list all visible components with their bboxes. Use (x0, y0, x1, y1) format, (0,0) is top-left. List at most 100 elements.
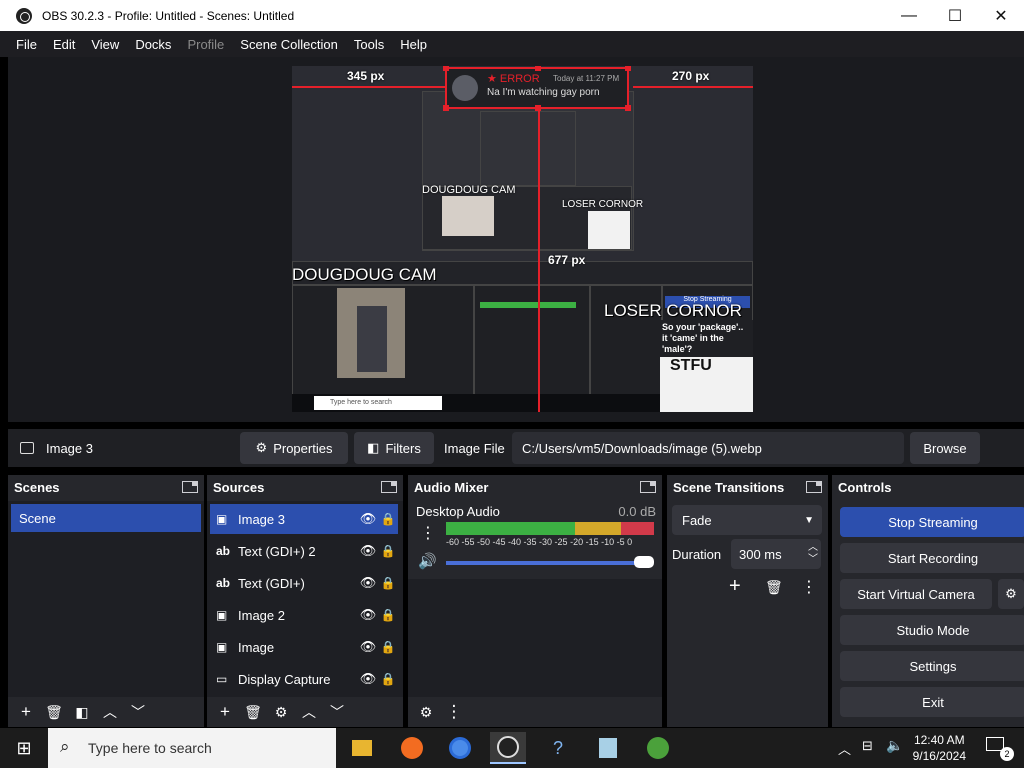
transition-select[interactable]: Fade ▼ (672, 505, 822, 535)
remove-transition-button[interactable]: 🗑 (765, 579, 783, 596)
menu-scene-collection[interactable]: Scene Collection (232, 37, 346, 52)
undock-icon[interactable] (640, 481, 656, 493)
audio-mixer-body: Desktop Audio 0.0 dB ⋮ -60 -55 -50 -45 -… (408, 501, 662, 697)
start-recording-button[interactable]: Start Recording (840, 543, 1024, 573)
start-button[interactable]: ⊞ (0, 728, 48, 768)
lock-icon[interactable]: 🔒 (378, 608, 398, 622)
selected-image-source[interactable]: ★ ERROR Today at 11:27 PM Na I'm watchin… (443, 66, 631, 111)
resize-handle-br[interactable] (625, 105, 631, 111)
studio-mode-button[interactable]: Studio Mode (840, 615, 1024, 645)
scene-filters-button[interactable]: ◧ (68, 699, 96, 725)
obs-taskbar-icon[interactable] (490, 732, 526, 764)
resize-handle-bl[interactable] (443, 105, 449, 111)
exit-button[interactable]: Exit (840, 687, 1024, 717)
filter-icon: ◧ (367, 440, 380, 455)
virtual-camera-settings-button[interactable]: ⚙ (998, 579, 1024, 609)
search-icon: ⌕ (60, 737, 70, 756)
visibility-eye-icon[interactable]: 👁 (358, 607, 378, 623)
audio-mixer-menu-button[interactable]: ⋮ (440, 699, 468, 725)
tray-chevron-icon[interactable]: ︿ (838, 739, 851, 758)
menu-view[interactable]: View (83, 37, 127, 52)
add-transition-button[interactable]: + (729, 575, 741, 598)
source-properties-button[interactable]: ⚙ (267, 699, 295, 725)
obs-logo-icon (16, 7, 32, 24)
add-source-button[interactable]: + (211, 699, 239, 725)
source-row-image[interactable]: ▣ Image 👁 🔒 (210, 632, 398, 662)
help-icon[interactable]: ? (540, 732, 576, 764)
source-row-text-gdi[interactable]: ab Text (GDI+) 👁 🔒 (210, 568, 398, 598)
filters-button[interactable]: ◧ Filters (354, 432, 434, 464)
undock-icon[interactable] (806, 481, 822, 493)
menu-profile[interactable]: Profile (179, 37, 232, 52)
transition-menu-button[interactable]: ⋮ (801, 577, 817, 597)
menu-tools[interactable]: Tools (346, 37, 392, 52)
lock-icon[interactable]: 🔒 (378, 512, 398, 526)
visibility-eye-icon[interactable]: 👁 (358, 511, 378, 527)
source-row-image-3[interactable]: ▣ Image 3 👁 🔒 (210, 504, 398, 534)
gear-icon: ⚙ (255, 440, 268, 455)
nested-loser-label: LOSER CORNOR (562, 199, 644, 210)
taskbar-search-box[interactable]: ⌕ Type here to search (48, 728, 336, 768)
source-row-image-2[interactable]: ▣ Image 2 👁 🔒 (210, 600, 398, 630)
notification-center-icon[interactable]: 2 (986, 737, 1014, 761)
clock-date: 9/16/2024 (912, 749, 966, 763)
resize-handle-tr[interactable] (625, 66, 631, 71)
move-source-up-button[interactable]: ︿ (295, 699, 323, 725)
window-title: OBS 30.2.3 - Profile: Untitled - Scenes:… (42, 8, 295, 23)
visibility-eye-icon[interactable]: 👁 (358, 671, 378, 687)
audio-menu-icon[interactable]: ⋮ (420, 523, 436, 543)
properties-button[interactable]: ⚙ Properties (240, 432, 348, 464)
stop-streaming-button[interactable]: Stop Streaming (840, 507, 1024, 537)
volume-icon[interactable]: 🔈 (886, 737, 903, 754)
taskbar-clock[interactable]: 12:40 AM 9/16/2024 (913, 732, 966, 764)
visibility-eye-icon[interactable]: 👁 (358, 639, 378, 655)
settings-button[interactable]: Settings (840, 651, 1024, 681)
source-row-display-capture[interactable]: ▭ Display Capture 👁 🔒 (210, 664, 398, 694)
lock-icon[interactable]: 🔒 (378, 640, 398, 654)
audio-advanced-settings-button[interactable]: ⚙ (412, 699, 440, 725)
move-scene-down-button[interactable]: ﹀ (124, 699, 152, 725)
utorrent-icon[interactable] (640, 732, 676, 764)
volume-slider-track[interactable] (446, 561, 652, 565)
undock-icon[interactable] (381, 481, 397, 493)
image-file-path-field[interactable]: C:/Users/vm5/Downloads/image (5).webp (512, 432, 904, 464)
duration-spinbox[interactable]: 300 ms ︿ ﹀ (731, 539, 821, 569)
visibility-eye-icon[interactable]: 👁 (358, 543, 378, 559)
lock-icon[interactable]: 🔒 (378, 544, 398, 558)
visibility-eye-icon[interactable]: 👁 (358, 575, 378, 591)
spin-arrows-icon[interactable]: ︿ ﹀ (805, 542, 821, 566)
speaker-icon[interactable]: 🔊 (418, 552, 437, 570)
network-icon[interactable]: ⊟ (862, 738, 873, 754)
add-scene-button[interactable]: + (12, 699, 40, 725)
move-source-down-button[interactable]: ﹀ (323, 699, 351, 725)
menu-docks[interactable]: Docks (127, 37, 179, 52)
volume-slider-handle[interactable] (634, 556, 654, 568)
minimize-button[interactable]: — (886, 0, 932, 31)
resize-handle-bottom[interactable] (535, 105, 541, 111)
file-explorer-icon[interactable] (344, 732, 380, 764)
start-virtual-camera-button[interactable]: Start Virtual Camera (840, 579, 992, 609)
menu-help[interactable]: Help (392, 37, 435, 52)
remove-scene-button[interactable]: 🗑 (40, 699, 68, 725)
move-scene-up-button[interactable]: ︿ (96, 699, 124, 725)
resize-handle-top[interactable] (535, 66, 541, 71)
menu-edit[interactable]: Edit (45, 37, 83, 52)
notepad-icon[interactable] (590, 732, 626, 764)
remove-source-button[interactable]: 🗑 (239, 699, 267, 725)
close-button[interactable]: ✕ (978, 0, 1024, 31)
chrome-icon[interactable] (442, 732, 478, 764)
browse-button[interactable]: Browse (910, 432, 980, 464)
undock-icon[interactable] (182, 481, 198, 493)
firefox-icon[interactable] (394, 732, 430, 764)
preview-canvas[interactable]: DOUGDOUG CAM LOSER CORNOR Stop Streaming… (292, 66, 753, 412)
source-row-text-gdi-2[interactable]: ab Text (GDI+) 2 👁 🔒 (210, 536, 398, 566)
scene-item[interactable]: Scene (11, 504, 201, 532)
lock-icon[interactable]: 🔒 (378, 576, 398, 590)
preview-area[interactable]: DOUGDOUG CAM LOSER CORNOR Stop Streaming… (8, 57, 1024, 422)
nested-cam-image (442, 196, 494, 236)
maximize-button[interactable]: ☐ (932, 0, 978, 31)
lock-icon[interactable]: 🔒 (378, 672, 398, 686)
resize-handle-tl[interactable] (443, 66, 449, 71)
menu-file[interactable]: File (8, 37, 45, 52)
audio-mixer-header: Audio Mixer (408, 475, 662, 499)
